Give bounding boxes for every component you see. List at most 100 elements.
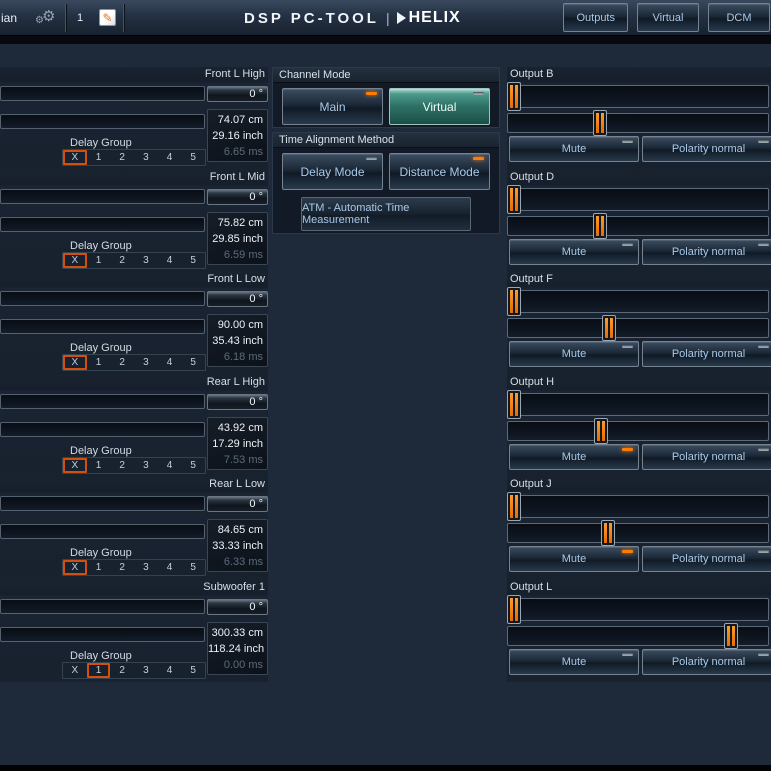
mute-button[interactable]: Mute [509,546,639,572]
angle-field[interactable]: 0 ° [207,291,268,307]
main-button[interactable]: Main [282,88,383,125]
dcm-nav-button[interactable]: DCM [708,3,770,32]
delay-group-option-2[interactable]: 2 [110,253,134,268]
angle-field[interactable]: 0 ° [207,496,268,512]
mute-button[interactable]: Mute [509,444,639,470]
channel-slider-bottom[interactable] [0,319,205,334]
slider-track[interactable] [507,523,769,543]
channel-slider-top[interactable] [0,86,205,101]
slider-handle[interactable] [724,623,738,649]
channel-slider-bottom[interactable] [0,627,205,642]
channel-slider-top[interactable] [0,189,205,204]
delay-group-option-1[interactable]: 1 [87,560,111,575]
delay-group-option-5[interactable]: 5 [181,560,205,575]
channel-slider-bottom[interactable] [0,217,205,232]
slider-track[interactable] [507,216,769,236]
preset-name[interactable]: ian [0,11,34,25]
slider-track[interactable] [507,421,769,441]
delay-group-option-2[interactable]: 2 [110,150,134,165]
delay-group-option-x[interactable]: X [63,253,87,268]
delay-group-option-4[interactable]: 4 [158,355,182,370]
atm-button[interactable]: ATM - Automatic Time Measurement [301,197,471,231]
delay-group-option-4[interactable]: 4 [158,150,182,165]
delay-group-option-4[interactable]: 4 [158,663,182,678]
slider-track[interactable] [507,290,769,313]
virtual-nav-button[interactable]: Virtual [637,3,699,32]
memory-number[interactable]: 1 [67,12,93,24]
delay-group-option-3[interactable]: 3 [134,560,158,575]
delay-group-option-x[interactable]: X [63,355,87,370]
slider-handle[interactable] [507,287,521,316]
delay-group-option-5[interactable]: 5 [181,663,205,678]
delay-group-option-2[interactable]: 2 [110,560,134,575]
slider-handle[interactable] [593,213,607,239]
channel-slider-top[interactable] [0,599,205,614]
delay-group-option-5[interactable]: 5 [181,355,205,370]
slider-handle[interactable] [507,492,521,521]
distance-mode-button[interactable]: Distance Mode [389,153,490,190]
angle-field[interactable]: 0 ° [207,189,268,205]
slider-track[interactable] [507,598,769,621]
virtual-button[interactable]: Virtual [389,88,490,125]
channel-slider-top[interactable] [0,496,205,511]
mute-button[interactable]: Mute [509,341,639,367]
slider-track[interactable] [507,113,769,133]
slider-handle[interactable] [507,390,521,419]
slider-handle[interactable] [593,110,607,136]
delay-group-option-1[interactable]: 1 [87,150,111,165]
delay-group-option-1[interactable]: 1 [87,663,111,678]
delay-group-option-3[interactable]: 3 [134,355,158,370]
slider-track[interactable] [507,188,769,211]
slider-handle[interactable] [507,185,521,214]
outputs-nav-button[interactable]: Outputs [563,3,628,32]
delay-group-option-2[interactable]: 2 [110,458,134,473]
angle-field[interactable]: 0 ° [207,599,268,615]
polarity-button[interactable]: Polarity normal [642,341,771,367]
delay-group-option-2[interactable]: 2 [110,663,134,678]
delay-group-option-5[interactable]: 5 [181,150,205,165]
delay-group-option-1[interactable]: 1 [87,253,111,268]
delay-group-option-5[interactable]: 5 [181,458,205,473]
slider-track[interactable] [507,393,769,416]
slider-handle[interactable] [507,82,521,111]
slider-track[interactable] [507,318,769,338]
delay-group-option-x[interactable]: X [63,663,87,678]
delay-group-option-4[interactable]: 4 [158,253,182,268]
edit-pencil-icon[interactable]: ✎ [99,9,116,26]
delay-mode-button[interactable]: Delay Mode [282,153,383,190]
delay-group-option-x[interactable]: X [63,458,87,473]
mute-button[interactable]: Mute [509,239,639,265]
delay-group-option-3[interactable]: 3 [134,253,158,268]
slider-track[interactable] [507,85,769,108]
channel-slider-top[interactable] [0,291,205,306]
delay-group-option-1[interactable]: 1 [87,355,111,370]
channel-slider-bottom[interactable] [0,524,205,539]
delay-group-option-3[interactable]: 3 [134,458,158,473]
channel-slider-bottom[interactable] [0,422,205,437]
mute-button[interactable]: Mute [509,649,639,675]
polarity-button[interactable]: Polarity normal [642,136,771,162]
delay-group-option-3[interactable]: 3 [134,663,158,678]
slider-track[interactable] [507,495,769,518]
slider-handle[interactable] [594,418,608,444]
channel-slider-bottom[interactable] [0,114,205,129]
delay-group-option-x[interactable]: X [63,560,87,575]
mute-button[interactable]: Mute [509,136,639,162]
delay-group-option-1[interactable]: 1 [87,458,111,473]
slider-handle[interactable] [601,520,615,546]
slider-handle[interactable] [507,595,521,624]
delay-group-option-4[interactable]: 4 [158,458,182,473]
angle-field[interactable]: 0 ° [207,86,268,102]
polarity-button[interactable]: Polarity normal [642,546,771,572]
slider-handle[interactable] [602,315,616,341]
delay-group-option-x[interactable]: X [63,150,87,165]
polarity-button[interactable]: Polarity normal [642,239,771,265]
polarity-button[interactable]: Polarity normal [642,444,771,470]
channel-slider-top[interactable] [0,394,205,409]
settings-gears-icon[interactable]: ⚙ ⚙ [34,7,64,29]
angle-field[interactable]: 0 ° [207,394,268,410]
delay-group-option-3[interactable]: 3 [134,150,158,165]
delay-group-option-4[interactable]: 4 [158,560,182,575]
delay-group-option-2[interactable]: 2 [110,355,134,370]
delay-group-option-5[interactable]: 5 [181,253,205,268]
